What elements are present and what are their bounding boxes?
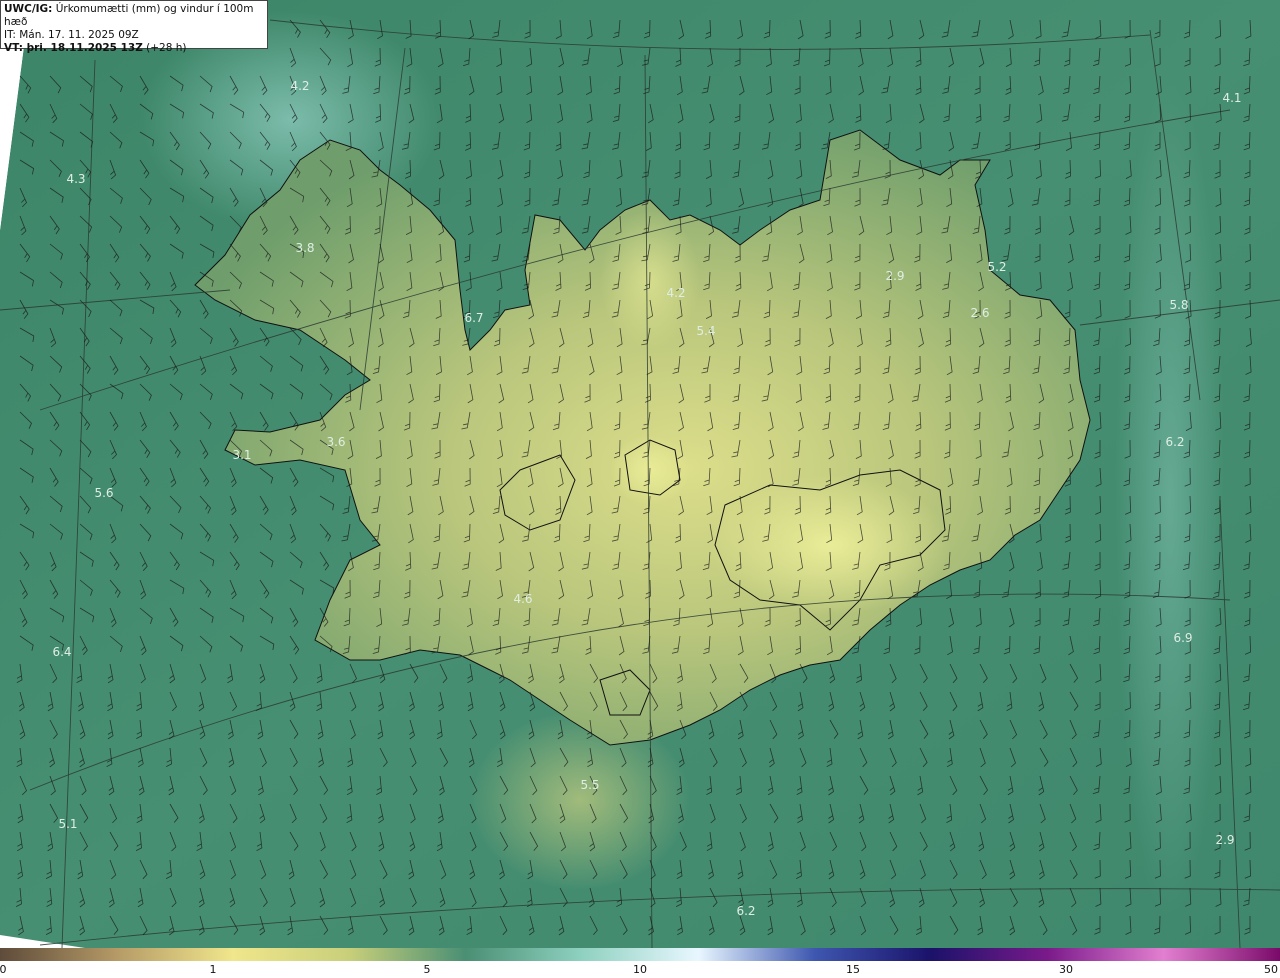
init-time: IT: Mán. 17. 11. 2025 09Z	[4, 29, 139, 41]
colorbar-tick: 30	[1059, 963, 1073, 976]
valid-time: VT: þri. 18.11.2025 13Z	[4, 42, 143, 54]
precipitation-map[interactable]	[0, 0, 1280, 948]
colorbar-tick: 50	[1264, 963, 1278, 976]
model-label: UWC/IG:	[4, 3, 53, 15]
valid-line: VT: þri. 18.11.2025 13Z (+28 h)	[4, 42, 264, 55]
colorbar-ticks: 0 1 5 10 15 30 50	[0, 961, 1280, 978]
colorbar-tick: 5	[423, 963, 431, 976]
colorbar-tick: 15	[846, 963, 860, 976]
colorbar-tick: 0	[0, 963, 7, 976]
title-line: UWC/IG: Úrkomumætti (mm) og vindur í 100…	[4, 3, 264, 29]
colorbar	[0, 948, 1280, 961]
colorbar-tick: 1	[209, 963, 217, 976]
valid-offset: (+28 h)	[146, 42, 187, 54]
east-streak-patch	[1115, 80, 1225, 920]
map-frame[interactable]: 4.2 4.1 4.3 3.8 5.2 2.9 4.2 5.8 2.6 6.7 5.4 3.6 6.2 3…	[0, 0, 1280, 948]
colorbar-tick: 10	[633, 963, 647, 976]
info-box: UWC/IG: Úrkomumætti (mm) og vindur í 100…	[0, 0, 268, 54]
